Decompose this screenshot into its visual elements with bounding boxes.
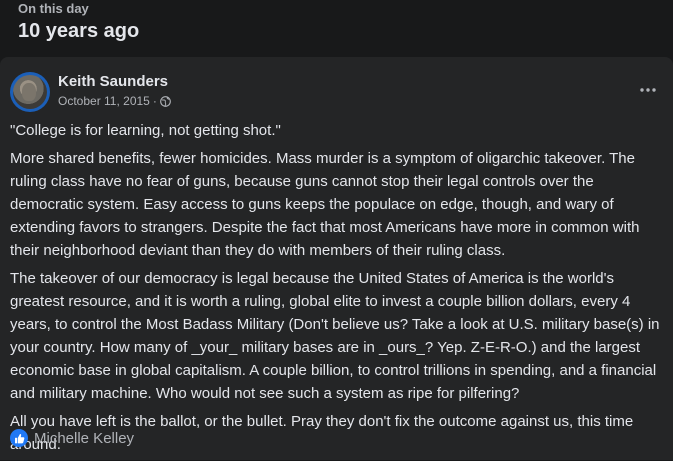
post-text: "College is for learning, not getting sh… — [10, 119, 666, 461]
memories-header: On this day 10 years ago — [18, 0, 673, 50]
post-paragraph: "College is for learning, not getting sh… — [10, 122, 281, 139]
like-icon — [10, 429, 28, 447]
meta-separator: · — [152, 94, 157, 108]
post-card: Keith Saunders October 11, 2015 · "Colle… — [0, 57, 673, 460]
more-options-icon[interactable] — [634, 78, 662, 102]
post-date[interactable]: October 11, 2015 — [58, 94, 150, 108]
reaction-names: Michelle Kelley — [34, 429, 135, 447]
avatar-photo — [13, 75, 47, 109]
avatar[interactable] — [10, 72, 50, 112]
section-eyebrow: On this day — [18, 1, 89, 16]
post-paragraph: More shared benefits, fewer homicides. M… — [10, 150, 640, 259]
reactions-summary[interactable]: Michelle Kelley — [10, 428, 134, 448]
author-name[interactable]: Keith Saunders — [58, 73, 168, 90]
globe-icon — [159, 95, 171, 107]
post-meta: October 11, 2015 · — [58, 94, 171, 108]
post-paragraph: The takeover of our democracy is legal b… — [10, 270, 660, 402]
memory-age-title: 10 years ago — [18, 20, 140, 42]
